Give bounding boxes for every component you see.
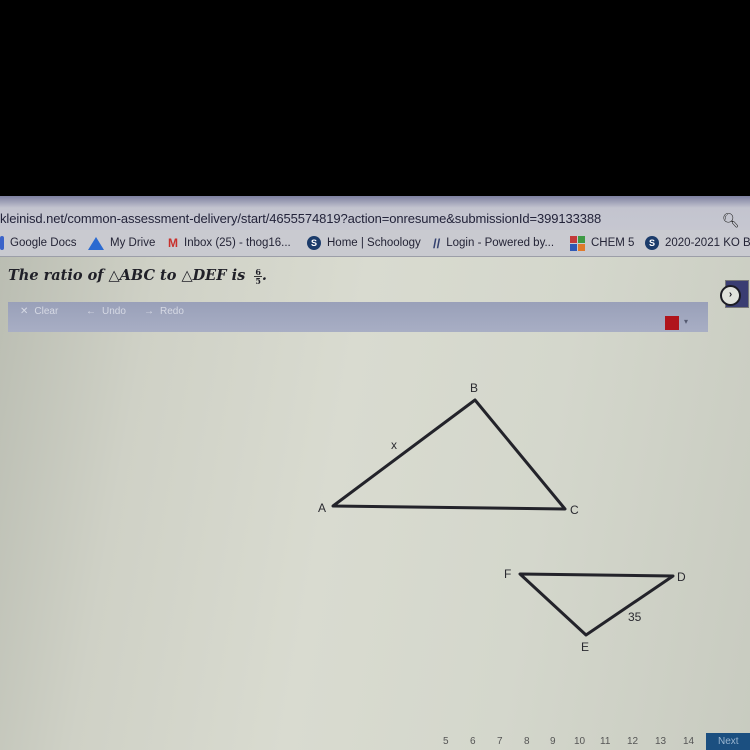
triangle-abc bbox=[331, 398, 567, 511]
bookmark-label: Google Docs bbox=[10, 237, 77, 249]
vertex-label-c: C bbox=[570, 503, 579, 517]
bookmark-login[interactable]: // Login - Powered by... bbox=[433, 235, 554, 251]
drawing-toolbar: ✕ Clear ← Undo → Redo ▾ bbox=[8, 302, 708, 332]
grid-app-icon bbox=[570, 235, 585, 251]
undo-label: Undo bbox=[102, 306, 126, 317]
vertex-label-e: E bbox=[581, 640, 589, 654]
undo-button[interactable]: ← Undo bbox=[86, 306, 126, 317]
zoom-icon[interactable]: 🔍︎ bbox=[722, 212, 740, 228]
bookmark-label: 2020-2021 KO Bell bbox=[665, 237, 750, 249]
page-link[interactable]: 9 bbox=[550, 736, 556, 747]
chevron-right-icon: › bbox=[720, 285, 741, 306]
page-link[interactable]: 7 bbox=[497, 736, 503, 747]
clear-button[interactable]: ✕ Clear bbox=[20, 306, 58, 317]
schoology-icon: S bbox=[307, 236, 321, 250]
vertex-label-d: D bbox=[677, 570, 686, 584]
page-link[interactable]: 6 bbox=[470, 736, 476, 747]
close-icon: ✕ bbox=[20, 306, 29, 317]
chevron-down-icon[interactable]: ▾ bbox=[684, 317, 688, 326]
side-label-x: x bbox=[391, 438, 397, 452]
bookmark-schoology-home[interactable]: S Home | Schoology bbox=[307, 235, 421, 251]
url-text[interactable]: kleinisd.net/common-assessment-delivery/… bbox=[0, 211, 601, 226]
bookmark-label: Inbox (25) - thog16... bbox=[184, 237, 291, 249]
next-button[interactable]: Next bbox=[706, 733, 750, 750]
drawing-canvas[interactable]: B A C x F D E 35 bbox=[0, 336, 750, 696]
vertex-label-b: B bbox=[470, 381, 478, 395]
page-link[interactable]: 5 bbox=[443, 736, 449, 747]
page-link[interactable]: 13 bbox=[655, 736, 666, 747]
triangle-def bbox=[518, 572, 675, 637]
question-suffix: . bbox=[261, 267, 267, 284]
vertex-label-a: A bbox=[318, 501, 326, 515]
clear-label: Clear bbox=[34, 306, 59, 317]
question-pager: 5 6 7 8 9 10 11 12 13 14 bbox=[0, 734, 750, 750]
redo-arrow-icon: → bbox=[144, 306, 154, 317]
pen-color-swatch[interactable] bbox=[665, 316, 679, 330]
page-link[interactable]: 12 bbox=[627, 736, 638, 747]
address-bar[interactable]: kleinisd.net/common-assessment-delivery/… bbox=[0, 196, 750, 230]
bookmark-label: CHEM 5 bbox=[591, 237, 635, 249]
bookmark-chem5[interactable]: CHEM 5 bbox=[570, 235, 634, 251]
page-link[interactable]: 8 bbox=[524, 736, 530, 747]
bookmark-my-drive[interactable]: My Drive bbox=[88, 235, 155, 251]
triangle-diagram: B A C x F D E 35 bbox=[318, 381, 686, 654]
login-icon: // bbox=[433, 236, 441, 251]
google-docs-icon bbox=[0, 236, 4, 250]
schoology-icon: S bbox=[645, 236, 659, 250]
bookmark-ko-bell[interactable]: S 2020-2021 KO Bell bbox=[645, 235, 750, 251]
side-panel-toggle[interactable]: › bbox=[720, 280, 749, 308]
redo-button[interactable]: → Redo bbox=[144, 306, 184, 317]
bookmarks-bar: Google Docs My Drive M Inbox (25) - thog… bbox=[0, 230, 750, 257]
vertex-label-f: F bbox=[504, 567, 511, 581]
browser-screen: kleinisd.net/common-assessment-delivery/… bbox=[0, 196, 750, 750]
question-prompt: The ratio of △ABC to △DEF is 6 5 . bbox=[8, 267, 267, 285]
bookmark-label: Home | Schoology bbox=[327, 237, 421, 249]
side-label-35: 35 bbox=[628, 610, 642, 624]
bookmark-inbox[interactable]: M Inbox (25) - thog16... bbox=[168, 235, 291, 251]
google-drive-icon bbox=[88, 236, 104, 250]
undo-arrow-icon: ← bbox=[86, 306, 96, 317]
page-link[interactable]: 14 bbox=[683, 736, 694, 747]
page-link[interactable]: 11 bbox=[600, 736, 610, 747]
bookmark-label: Login - Powered by... bbox=[446, 237, 555, 249]
bookmark-label: My Drive bbox=[110, 237, 156, 249]
question-text: The ratio of △ABC to △DEF is bbox=[8, 267, 246, 284]
gmail-icon: M bbox=[168, 236, 178, 250]
page-link[interactable]: 10 bbox=[574, 736, 585, 747]
bookmark-google-docs[interactable]: Google Docs bbox=[0, 235, 76, 251]
redo-label: Redo bbox=[160, 306, 184, 317]
ratio-fraction: 6 5 bbox=[254, 268, 262, 285]
fraction-denominator: 5 bbox=[255, 275, 261, 286]
